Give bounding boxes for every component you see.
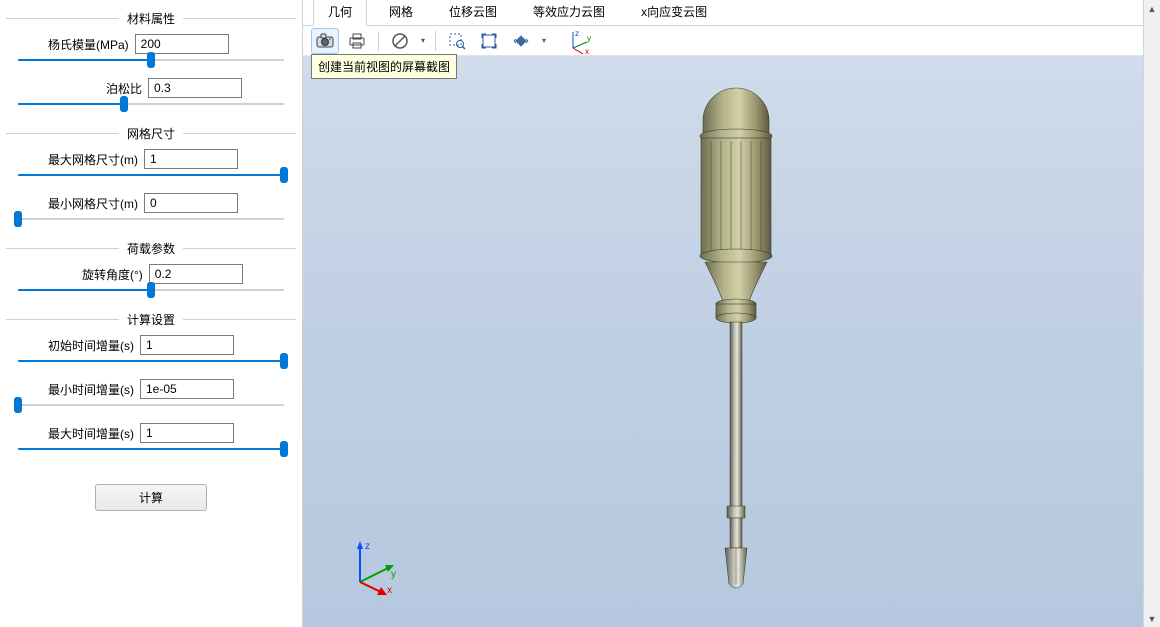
youngs-slider[interactable] (18, 57, 284, 63)
tab-displacement[interactable]: 位移云图 (435, 0, 511, 25)
max-time-slider[interactable] (18, 446, 284, 452)
max-mesh-label: 最大网格尺寸(m) (48, 151, 138, 168)
max-time-input[interactable] (140, 423, 234, 443)
youngs-label: 杨氏模量(MPa) (48, 36, 129, 53)
init-time-slider[interactable] (18, 358, 284, 364)
min-time-slider[interactable] (18, 402, 284, 408)
section-title: 计算设置 (125, 311, 177, 328)
rotate-dropdown[interactable]: ▾ (539, 36, 549, 45)
min-mesh-input[interactable] (144, 193, 238, 213)
screwdriver-model (700, 88, 772, 588)
min-mesh-slider[interactable] (18, 216, 284, 222)
zoom-window-icon (448, 32, 466, 50)
viewport-3d[interactable]: z y x (303, 56, 1143, 627)
rotate-view-icon (512, 32, 530, 50)
poisson-slider[interactable] (18, 101, 284, 107)
scroll-up-arrow[interactable]: ▲ (1144, 0, 1160, 17)
svg-text:x: x (585, 47, 589, 54)
init-time-label: 初始时间增量(s) (48, 337, 134, 354)
max-time-label: 最大时间增量(s) (48, 425, 134, 442)
min-mesh-label: 最小网格尺寸(m) (48, 195, 138, 212)
init-time-input[interactable] (140, 335, 234, 355)
print-button[interactable] (343, 28, 371, 54)
camera-icon (316, 33, 334, 49)
tab-stress[interactable]: 等效应力云图 (519, 0, 619, 25)
max-mesh-slider[interactable] (18, 172, 284, 178)
section-title: 荷载参数 (125, 240, 177, 257)
printer-icon (348, 33, 366, 49)
angle-slider[interactable] (18, 287, 284, 293)
calculate-button[interactable]: 计算 (95, 484, 207, 511)
tab-geometry[interactable]: 几何 (313, 0, 367, 26)
angle-input[interactable] (149, 264, 243, 284)
svg-text:y: y (587, 34, 591, 43)
section-title: 网格尺寸 (125, 125, 177, 142)
section-header-calc: 计算设置 (0, 311, 302, 328)
zoom-window-button[interactable] (443, 28, 471, 54)
svg-text:x: x (387, 585, 392, 596)
svg-text:z: z (365, 541, 370, 552)
svg-text:z: z (575, 29, 579, 38)
clear-dropdown[interactable]: ▾ (418, 36, 428, 45)
toolbar: ▾ ▾ zyx 创建当前视图的屏幕截图 (303, 26, 1143, 56)
fit-view-button[interactable] (475, 28, 503, 54)
left-panel: 材料属性 杨氏模量(MPa) 泊松比 网格尺寸 最大网格尺寸(m) 最小网格尺寸… (0, 0, 303, 627)
tab-row: 几何 网格 位移云图 等效应力云图 x向应变云图 (303, 0, 1143, 26)
tooltip: 创建当前视图的屏幕截图 (311, 54, 457, 79)
tab-strain[interactable]: x向应变云图 (627, 0, 721, 25)
fit-view-icon (480, 32, 498, 50)
section-header-load: 荷载参数 (0, 240, 302, 257)
max-mesh-input[interactable] (144, 149, 238, 169)
scroll-down-arrow[interactable]: ▼ (1144, 610, 1160, 627)
rotate-view-button[interactable] (507, 28, 535, 54)
mini-triad[interactable]: zyx (563, 28, 593, 54)
svg-text:y: y (391, 569, 396, 580)
min-time-label: 最小时间增量(s) (48, 381, 134, 398)
corner-triad: z y x (345, 537, 405, 597)
section-header-mesh: 网格尺寸 (0, 125, 302, 142)
tab-mesh[interactable]: 网格 (375, 0, 427, 25)
angle-label: 旋转角度(°) (82, 266, 143, 283)
poisson-label: 泊松比 (106, 80, 142, 97)
no-entry-icon (391, 32, 409, 50)
min-time-input[interactable] (140, 379, 234, 399)
section-title: 材料属性 (125, 10, 177, 27)
section-header-material: 材料属性 (0, 10, 302, 27)
clear-button[interactable] (386, 28, 414, 54)
vertical-scrollbar[interactable]: ▲ ▼ (1143, 0, 1160, 627)
screenshot-button[interactable] (311, 28, 339, 54)
youngs-input[interactable] (135, 34, 229, 54)
poisson-input[interactable] (148, 78, 242, 98)
